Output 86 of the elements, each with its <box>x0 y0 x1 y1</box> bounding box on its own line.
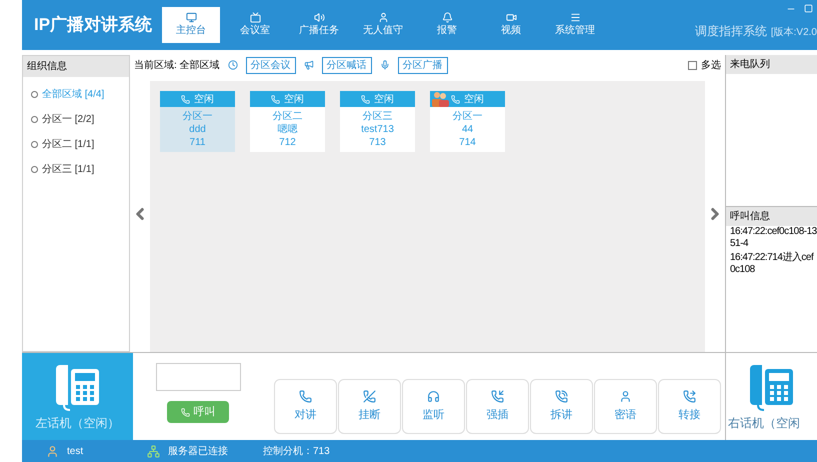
current-area-label: 当前区域: 全部区域 <box>134 58 220 72</box>
status-label: 空闲 <box>374 92 394 106</box>
nav-icon <box>442 12 452 23</box>
left-phone-panel[interactable]: 左话机（空闲） <box>22 353 133 440</box>
device-number: 713 <box>369 136 386 149</box>
action-icon <box>619 390 632 403</box>
call-button[interactable]: 呼叫 <box>167 401 229 423</box>
device-card[interactable]: 空闲 分区一 ddd 711 <box>160 91 235 152</box>
multi-select-checkbox[interactable]: 多选 <box>688 58 721 72</box>
system-subtitle: 调度指挥系统 <box>694 23 767 40</box>
nav-icon <box>186 12 196 23</box>
phone-icon <box>180 408 190 416</box>
phone-icon <box>361 94 370 104</box>
extension-label: 控制分机：713 <box>263 444 330 458</box>
user-icon <box>46 444 59 458</box>
zone-button[interactable]: 分区喊话 <box>322 56 372 74</box>
zone-button[interactable]: 分区广播 <box>398 56 448 74</box>
action-button[interactable]: 监听 <box>402 379 465 434</box>
network-icon <box>147 444 160 458</box>
phone-icon <box>271 94 280 104</box>
action-icon <box>427 390 440 403</box>
action-icon <box>555 390 568 403</box>
device-number: 712 <box>279 136 296 149</box>
zone-label: 分区一 <box>182 110 212 123</box>
nav-tab[interactable]: 主控台 <box>162 7 220 43</box>
device-card[interactable]: 空闲 分区三 test713 713 <box>340 91 415 152</box>
action-icon <box>683 390 696 403</box>
area-item[interactable]: 分区三 [1/1] <box>23 162 129 177</box>
action-icon <box>491 390 504 403</box>
call-log-line: 16:47:22:cef0c108-1351-4 <box>729 226 817 250</box>
user-group-icon <box>431 91 449 107</box>
status-label: 空闲 <box>464 92 484 106</box>
action-button[interactable]: 拆讲 <box>530 379 593 434</box>
device-number: 711 <box>190 136 206 149</box>
toolbar-icon <box>380 60 390 70</box>
phone-icon <box>451 94 460 104</box>
server-status: 服务器已连接 <box>168 444 229 458</box>
call-log-line: 16:47:22:714进入cef0c108 <box>729 252 815 276</box>
left-phone-label: 左话机（空闲） <box>36 415 120 432</box>
call-info-title: 呼叫信息 <box>726 206 817 226</box>
zone-label: 分区三 <box>362 110 392 123</box>
device-name: test713 <box>361 123 394 136</box>
action-button[interactable]: 强插 <box>466 379 529 434</box>
zone-button[interactable]: 分区会议 <box>246 56 296 74</box>
app-title: IP广播对讲系统 <box>34 14 154 36</box>
number-input-field[interactable] <box>156 363 240 391</box>
nav-tab[interactable]: 报警 <box>418 7 476 43</box>
action-button[interactable]: 转接 <box>658 379 721 434</box>
nav-tab[interactable]: 视频 <box>482 7 540 43</box>
area-item[interactable]: 分区二 [1/1] <box>23 137 129 152</box>
version-label: [版本:V2.0 <box>770 26 817 40</box>
nav-icon <box>250 12 260 23</box>
action-button[interactable]: 对讲 <box>274 379 337 434</box>
device-name: 嗯嗯 <box>278 123 298 136</box>
right-phone-panel[interactable]: 右话机（空闲 <box>725 353 817 440</box>
maximize-icon[interactable] <box>804 4 813 13</box>
area-item[interactable]: 分区一 [2/2] <box>23 112 129 127</box>
action-button[interactable]: 挂断 <box>338 379 401 434</box>
status-label: 空闲 <box>194 92 214 106</box>
right-phone-label: 右话机（空闲 <box>727 415 800 432</box>
nav-tab[interactable]: 无人值守 <box>354 7 412 43</box>
area-item[interactable]: 全部区域 [4/4] <box>23 87 129 102</box>
status-label: 空闲 <box>284 92 304 106</box>
user-label: test <box>67 444 84 458</box>
action-icon <box>363 390 376 403</box>
nav-icon <box>378 12 388 23</box>
action-icon <box>299 390 312 403</box>
sidebar-title: 组织信息 <box>23 56 129 77</box>
device-card[interactable]: 空闲 分区一 44 714 <box>430 91 505 152</box>
device-number: 714 <box>459 136 476 149</box>
zone-label: 分区二 <box>272 110 302 123</box>
nav-tab[interactable]: 系统管理 <box>546 7 604 43</box>
toolbar-icon <box>228 60 238 70</box>
nav-icon <box>570 12 580 23</box>
nav-icon <box>314 12 324 23</box>
device-name: 44 <box>462 123 474 136</box>
action-button[interactable]: 密语 <box>594 379 657 434</box>
nav-icon <box>506 12 516 23</box>
phone-icon <box>181 94 190 104</box>
queue-title: 来电队列 <box>726 55 817 74</box>
zone-label: 分区一 <box>452 110 482 123</box>
device-card[interactable]: 空闲 分区二 嗯嗯 712 <box>250 91 325 152</box>
toolbar-icon <box>304 60 314 70</box>
device-name: ddd <box>189 123 206 136</box>
nav-tab[interactable]: 广播任务 <box>290 7 348 43</box>
nav-tab[interactable]: 会议室 <box>226 7 284 43</box>
